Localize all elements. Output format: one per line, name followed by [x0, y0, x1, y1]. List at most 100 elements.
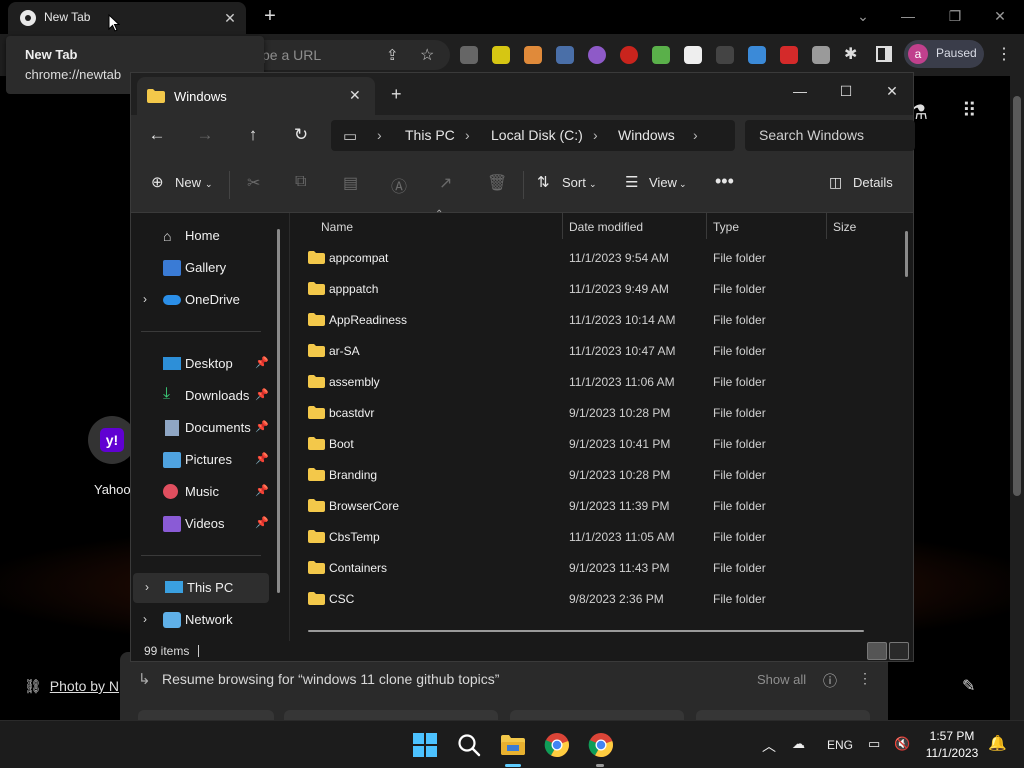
sidebar-item-music[interactable]: Music 📌 — [131, 477, 271, 507]
table-row[interactable]: appcompat 11/1/2023 9:54 AM File folder — [300, 243, 894, 274]
expand-chevron-icon[interactable]: › — [145, 580, 149, 594]
details-view-icon[interactable] — [867, 642, 887, 660]
show-hidden-icons-chevron-icon[interactable]: ︿ — [762, 736, 776, 756]
sidebar-item-videos[interactable]: Videos 📌 — [131, 509, 271, 539]
chrome-scrollbar[interactable] — [1010, 76, 1024, 720]
chrome-menu-icon[interactable]: ⋮ — [996, 44, 1012, 64]
table-row[interactable]: assembly 11/1/2023 11:06 AM File folder — [300, 367, 894, 398]
file-list-vertical-scrollbar[interactable] — [905, 231, 908, 277]
explorer-new-tab-button[interactable]: + — [391, 84, 402, 105]
details-pane-icon[interactable]: ◫ — [829, 174, 842, 191]
chrome-restore-button[interactable]: ❐ — [937, 4, 973, 28]
sidebar-scrollbar[interactable] — [277, 229, 280, 593]
chrome-taskbar-icon[interactable] — [543, 731, 571, 759]
extension-3-icon[interactable] — [524, 46, 542, 64]
explorer-tab-close-icon[interactable]: ✕ — [349, 87, 361, 104]
side-panel-icon[interactable] — [876, 46, 892, 62]
table-row[interactable]: CbsTemp 11/1/2023 11:05 AM File folder — [300, 522, 894, 553]
sidebar-item-desktop[interactable]: Desktop 📌 — [131, 349, 271, 379]
extension-12-icon[interactable] — [812, 46, 830, 64]
resume-more-icon[interactable]: ⋮ — [858, 670, 872, 687]
extension-8-icon[interactable] — [684, 46, 702, 64]
extensions-puzzle-icon[interactable]: ✱ — [844, 44, 857, 64]
extension-6-icon[interactable] — [620, 46, 638, 64]
column-divider[interactable] — [826, 213, 827, 239]
cut-icon[interactable]: ✂ — [247, 173, 260, 193]
up-arrow-icon[interactable]: ↑ — [237, 123, 269, 147]
google-apps-icon[interactable]: ⠿ — [962, 98, 977, 123]
extension-11-icon[interactable] — [780, 46, 798, 64]
column-header-date[interactable]: Date modified — [569, 220, 643, 234]
sidebar-item-home[interactable]: ⌂ Home — [131, 221, 271, 251]
customize-pencil-icon[interactable]: ✎ — [962, 676, 975, 696]
photo-credit-link[interactable]: ⛓ Photo by N — [24, 678, 119, 695]
chrome-new-tab-button[interactable]: + — [258, 5, 282, 29]
share-icon[interactable]: ↗ — [439, 173, 452, 193]
extension-10-icon[interactable] — [748, 46, 766, 64]
breadcrumb-local-disk[interactable]: Local Disk (C:) — [491, 127, 583, 143]
sidebar-item-network[interactable]: › Network — [131, 605, 271, 635]
sidebar-item-pictures[interactable]: Pictures 📌 — [131, 445, 271, 475]
explorer-close-button[interactable]: ✕ — [869, 77, 915, 105]
search-input[interactable]: Search Windows — [745, 120, 915, 151]
refresh-icon[interactable]: ↻ — [285, 123, 317, 147]
extension-9-icon[interactable] — [716, 46, 734, 64]
extension-1-icon[interactable] — [460, 46, 478, 64]
address-bar[interactable]: ▭ › This PC › Local Disk (C:) › Windows … — [331, 120, 735, 151]
column-header-size[interactable]: Size — [833, 220, 856, 234]
notifications-bell-icon[interactable]: 🔔 — [988, 734, 1007, 752]
expand-chevron-icon[interactable]: › — [143, 612, 147, 626]
file-explorer-taskbar-icon[interactable] — [499, 731, 527, 759]
extension-2-icon[interactable] — [492, 46, 510, 64]
pin-icon[interactable]: 📌 — [255, 452, 269, 465]
profile-button[interactable]: a Paused — [904, 40, 984, 68]
pin-icon[interactable]: 📌 — [255, 388, 269, 401]
chrome-scrollbar-thumb[interactable] — [1013, 96, 1021, 496]
sidebar-item-documents[interactable]: Documents 📌 — [131, 413, 271, 443]
file-list-horizontal-scrollbar[interactable] — [308, 630, 864, 632]
language-indicator[interactable]: ENG — [827, 738, 853, 752]
delete-icon[interactable]: 🗑 — [487, 173, 507, 193]
show-all-button[interactable]: Show all — [757, 672, 806, 687]
view-button[interactable]: View — [649, 175, 677, 190]
sort-icon[interactable]: ⇅ — [537, 173, 550, 191]
sidebar-item-this-pc[interactable]: › This PC — [133, 573, 269, 603]
breadcrumb-this-pc[interactable]: This PC — [405, 127, 455, 143]
sidebar-item-onedrive[interactable]: › OneDrive — [131, 285, 271, 315]
pin-icon[interactable]: 📌 — [255, 516, 269, 529]
column-header-type[interactable]: Type — [713, 220, 739, 234]
start-windows-icon[interactable] — [411, 731, 439, 759]
explorer-maximize-button[interactable]: ☐ — [823, 77, 869, 105]
extension-7-icon[interactable] — [652, 46, 670, 64]
chrome-minimize-button[interactable]: — — [890, 4, 926, 28]
shortcut-yahoo[interactable]: y! — [88, 416, 136, 464]
explorer-tab-windows[interactable]: Windows ✕ — [137, 77, 375, 115]
share-icon[interactable]: ⇪ — [386, 46, 399, 64]
table-row[interactable]: Boot 9/1/2023 10:41 PM File folder — [300, 429, 894, 460]
table-row[interactable]: bcastdvr 9/1/2023 10:28 PM File folder — [300, 398, 894, 429]
explorer-minimize-button[interactable]: — — [777, 77, 823, 105]
new-button[interactable]: New — [175, 175, 201, 190]
rename-icon[interactable]: Ⓐ — [391, 173, 407, 197]
extension-5-icon[interactable] — [588, 46, 606, 64]
view-icon[interactable]: ☰ — [625, 173, 638, 191]
breadcrumb-chevron-icon[interactable]: › — [693, 127, 698, 143]
sidebar-item-downloads[interactable]: ⤓ Downloads 📌 — [131, 381, 271, 411]
sort-button[interactable]: Sort — [562, 175, 586, 190]
table-row[interactable]: ar-SA 11/1/2023 10:47 AM File folder — [300, 336, 894, 367]
network-off-icon[interactable]: ☁ — [792, 736, 805, 752]
forward-arrow-icon[interactable]: → — [189, 123, 221, 147]
details-button[interactable]: Details — [853, 175, 893, 190]
copy-icon[interactable]: ⧉ — [295, 173, 306, 191]
table-row[interactable]: Containers 9/1/2023 11:43 PM File folder — [300, 553, 894, 584]
column-divider[interactable] — [562, 213, 563, 239]
column-header-name[interactable]: Name — [321, 220, 353, 234]
chrome-close-button[interactable]: ✕ — [982, 4, 1018, 28]
info-icon[interactable]: ⓘ — [823, 671, 837, 691]
search-icon[interactable] — [455, 731, 483, 759]
volume-muted-icon[interactable]: 🔇 — [894, 736, 910, 752]
more-options-icon[interactable]: ••• — [715, 171, 734, 192]
new-plus-icon[interactable]: ⊕ — [151, 173, 164, 191]
chrome-tab-close-icon[interactable]: ✕ — [220, 8, 240, 28]
resume-browsing-bar[interactable]: ↳ Resume browsing for “windows 11 clone … — [120, 652, 888, 722]
